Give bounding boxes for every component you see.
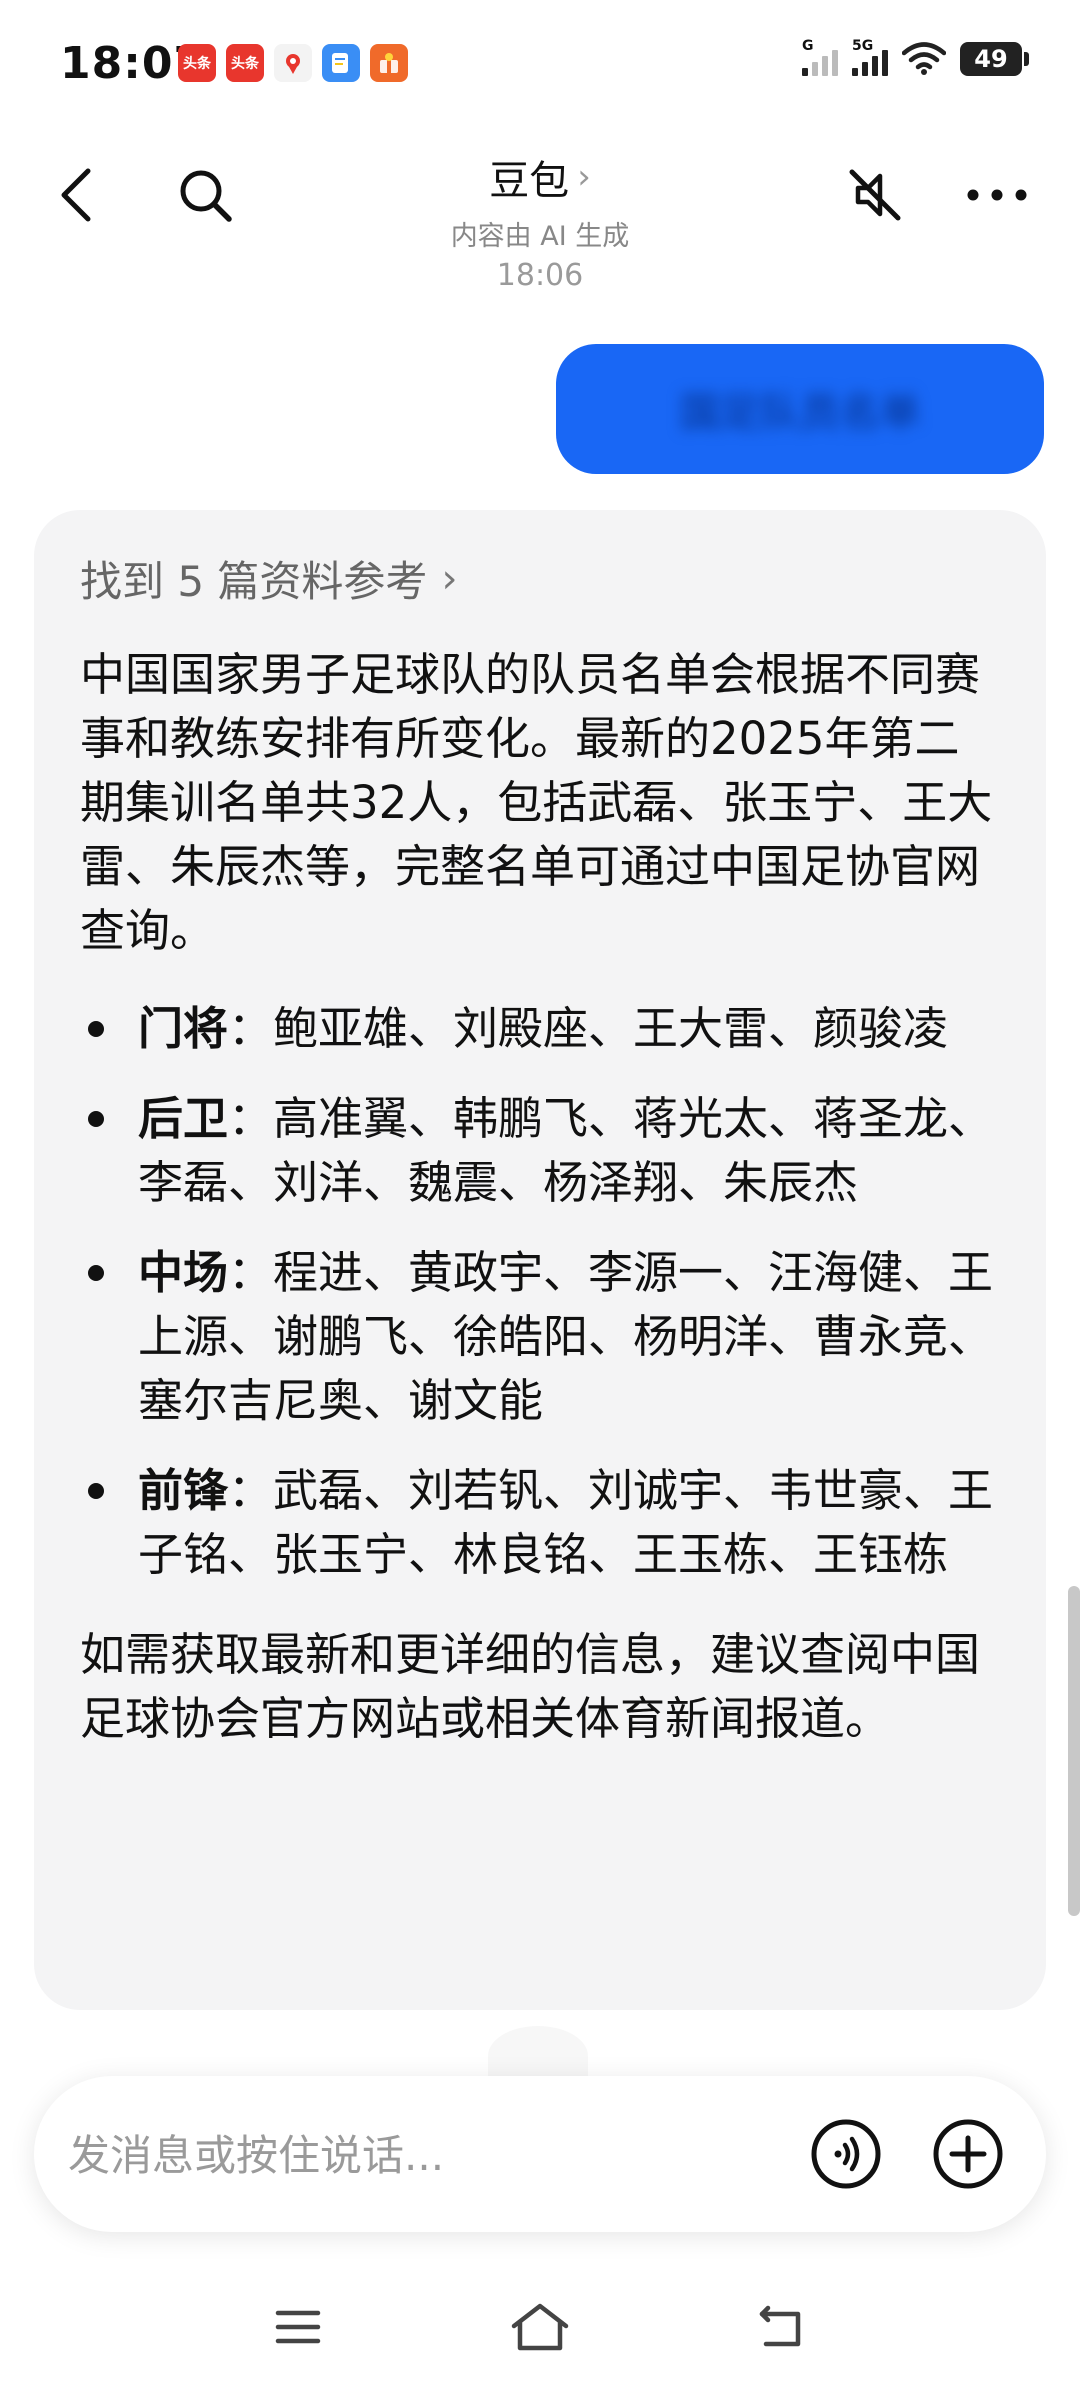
voice-call-button[interactable] xyxy=(810,2118,882,2190)
toutiao-app-icon: 头条 xyxy=(178,44,216,82)
position-label: 后卫 xyxy=(138,1092,229,1145)
home-icon xyxy=(511,2303,569,2351)
search-button[interactable] xyxy=(160,155,250,235)
bot-name: 豆包 xyxy=(489,158,570,204)
plus-circle-icon xyxy=(933,2119,1003,2189)
user-message-bubble[interactable]: 国足队员名单 xyxy=(556,344,1044,474)
chat-header: 豆包 › 内容由 AI 生成 xyxy=(0,130,1080,260)
more-options-button[interactable] xyxy=(952,155,1042,235)
scrollbar[interactable] xyxy=(1068,1586,1080,1916)
position-label: 前锋 xyxy=(138,1464,229,1517)
chevron-right-icon: › xyxy=(441,555,458,602)
player-names: ：鲍亚雄、刘殿座、王大雷、颜骏凌 xyxy=(228,1002,949,1055)
battery-icon: 49 xyxy=(960,42,1029,76)
doc-app-icon xyxy=(322,44,360,82)
position-label: 中场 xyxy=(138,1246,229,1299)
toutiao-app-icon: 头条 xyxy=(226,44,264,82)
chevron-right-icon: › xyxy=(577,157,591,197)
ai-reply-closing: 如需获取最新和更详细的信息，建议查阅中国足球协会官方网站或相关体育新闻报道。 xyxy=(80,1628,981,1745)
chevron-left-icon xyxy=(61,168,91,222)
signal-5g-label: 5G xyxy=(852,38,874,54)
bot-name-button[interactable]: 豆包 › xyxy=(489,148,591,206)
wifi-icon xyxy=(902,42,946,75)
back-arrow-icon xyxy=(759,2305,801,2347)
voice-wave-icon xyxy=(811,2119,881,2189)
map-app-icon xyxy=(274,44,312,82)
home-button[interactable] xyxy=(500,2292,580,2362)
signal-g-label: G xyxy=(802,38,814,54)
notification-icons: 头条 头条 xyxy=(178,44,408,82)
player-names: ：武磊、刘若钒、刘诚宇、韦世豪、王子铭、张玉宁、林良铭、王玉栋、王钰栋 xyxy=(138,1464,994,1581)
menu-lines-icon xyxy=(275,2310,321,2344)
system-back-button[interactable] xyxy=(740,2292,820,2362)
list-item: 后卫：高准翼、韩鹏飞、蒋光太、蒋圣龙、李磊、刘洋、魏震、杨泽翔、朱辰杰 xyxy=(80,1087,1000,1215)
mute-button[interactable] xyxy=(830,155,920,235)
gift-app-icon xyxy=(370,44,408,82)
more-dots-icon xyxy=(967,189,1027,201)
message-input-bar xyxy=(34,2076,1046,2232)
search-icon xyxy=(180,170,232,222)
player-names: ：程进、黄政宇、李源一、汪海健、王上源、谢鹏飞、徐皓阳、杨明洋、曹永竞、塞尔吉尼… xyxy=(138,1246,994,1427)
speaker-muted-icon xyxy=(849,169,901,221)
roster-list: 门将：鲍亚雄、刘殿座、王大雷、颜骏凌 后卫：高准翼、韩鹏飞、蒋光太、蒋圣龙、李磊… xyxy=(80,997,1000,1587)
status-bar: 18:07 头条 头条 G 5G 49 xyxy=(0,0,1080,130)
ai-reply-card: 找到 5 篇资料参考 › 中国国家男子足球队的队员名单会根据不同赛事和教练安排有… xyxy=(34,510,1046,2010)
header-title-area: 豆包 › 内容由 AI 生成 xyxy=(340,148,740,253)
references-link[interactable]: 找到 5 篇资料参考 › xyxy=(80,548,1000,609)
system-icons: G 5G 49 xyxy=(802,38,1029,76)
add-attachment-button[interactable] xyxy=(932,2118,1004,2190)
back-button[interactable] xyxy=(36,155,116,235)
player-names: ：高准翼、韩鹏飞、蒋光太、蒋圣龙、李磊、刘洋、魏震、杨泽翔、朱辰杰 xyxy=(138,1092,994,1209)
ai-generated-notice: 内容由 AI 生成 xyxy=(450,221,630,252)
ai-reply-intro: 中国国家男子足球队的队员名单会根据不同赛事和教练安排有所变化。最新的2025年第… xyxy=(80,648,993,957)
list-item: 中场：程进、黄政宇、李源一、汪海健、王上源、谢鹏飞、徐皓阳、杨明洋、曹永竞、塞尔… xyxy=(80,1241,1000,1433)
list-item: 前锋：武磊、刘若钒、刘诚宇、韦世豪、王子铭、张玉宁、林良铭、王玉栋、王钰栋 xyxy=(80,1459,1000,1587)
message-input[interactable] xyxy=(66,2120,786,2190)
recent-apps-button[interactable] xyxy=(258,2292,338,2362)
references-label: 找到 5 篇资料参考 xyxy=(80,557,428,606)
signal-5g-icon: 5G xyxy=(852,38,888,76)
list-item: 门将：鲍亚雄、刘殿座、王大雷、颜骏凌 xyxy=(80,997,1000,1061)
message-timestamp: 18:06 xyxy=(496,262,584,293)
system-navigation-bar xyxy=(0,2270,1080,2392)
user-message-text: 国足队员名单 xyxy=(680,390,920,436)
signal-g-icon: G xyxy=(802,38,838,76)
position-label: 门将 xyxy=(138,1002,229,1055)
